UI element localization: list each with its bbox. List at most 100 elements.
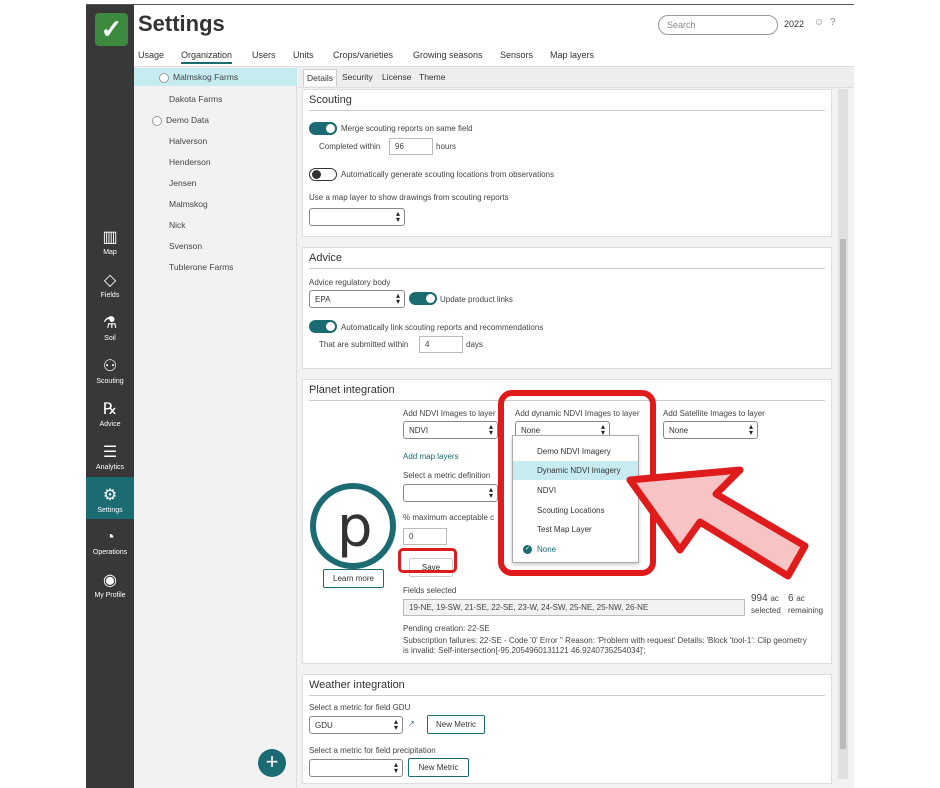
submitted-within-label: That are submitted within: [319, 340, 409, 349]
tab-users[interactable]: Users: [252, 50, 276, 60]
submitted-within-input[interactable]: 4: [419, 336, 463, 353]
external-link-icon[interactable]: ↗: [408, 719, 415, 728]
hours-label: hours: [436, 142, 457, 151]
satellite-layer-select[interactable]: None ▴ ▾: [663, 421, 758, 439]
year-selector[interactable]: 2022: [784, 19, 804, 29]
subscription-failures-text: Subscription failures: 22-SE - Code '0' …: [403, 636, 807, 655]
farm-item[interactable]: Nick: [134, 216, 297, 234]
acres-remaining: 6 ac: [788, 593, 805, 604]
farm-item[interactable]: Svenson: [134, 237, 297, 255]
nav-operations[interactable]: ◔ Operations: [86, 527, 134, 567]
new-metric-button[interactable]: New Metric: [427, 715, 485, 734]
planet-title: Planet integration: [309, 384, 395, 396]
farm-item[interactable]: Malmskog Farms: [134, 68, 297, 86]
nav-fields[interactable]: ◇ Fields: [86, 270, 134, 310]
weather-title: Weather integration: [309, 679, 405, 691]
auto-generate-toggle[interactable]: [309, 168, 337, 181]
farm-item[interactable]: Henderson: [134, 153, 297, 171]
app-logo[interactable]: ✓: [95, 13, 128, 46]
add-map-layers-link[interactable]: Add map layers: [403, 452, 459, 461]
farm-item[interactable]: Demo Data: [134, 111, 297, 129]
search-input[interactable]: Search: [658, 15, 778, 35]
sidebar: ✓ ▥ Map ◇ Fields ⚗ Soil ⚇ Scouting ℞ Advice ☰…: [86, 5, 134, 788]
nav-settings[interactable]: ⚙ Settings: [86, 477, 134, 519]
gdu-label: Select a metric for field GDU: [309, 703, 411, 712]
ndvi-layer-label: Add NDVI Images to layer: [403, 409, 496, 418]
select-arrows-icon: ▴ ▾: [488, 485, 493, 500]
update-links-label: Update product links: [440, 295, 513, 304]
fields-icon: ◇: [103, 272, 117, 289]
divider: [309, 695, 825, 696]
gdu-select[interactable]: GDU ▴ ▾: [309, 716, 403, 734]
tab-growing-seasons[interactable]: Growing seasons: [413, 50, 483, 60]
tab-units[interactable]: Units: [293, 50, 314, 60]
precipitation-label: Select a metric for field precipitation: [309, 746, 436, 755]
help-icon[interactable]: ?: [830, 17, 836, 28]
max-cloud-label: % maximum acceptable c: [403, 513, 495, 522]
learn-more-button[interactable]: Learn more: [323, 569, 384, 588]
farm-item[interactable]: Tublerone Farms: [134, 258, 297, 276]
regulatory-select[interactable]: EPA ▴ ▾: [309, 290, 405, 308]
smiley-icon[interactable]: ☺: [814, 17, 824, 28]
merge-toggle[interactable]: [309, 122, 337, 135]
nav-scouting[interactable]: ⚇ Scouting: [86, 356, 134, 396]
new-metric-button[interactable]: New Metric: [408, 758, 469, 777]
update-links-toggle[interactable]: [409, 292, 437, 305]
select-arrows-icon: ▴ ▾: [395, 209, 400, 224]
select-arrows-icon: ▴ ▾: [488, 422, 493, 437]
advice-card: Advice Advice regulatory body EPA ▴ ▾ Upda…: [302, 247, 832, 369]
tab-license[interactable]: License: [382, 72, 411, 82]
remaining-label: remaining: [788, 606, 824, 615]
nav-my-profile[interactable]: ◉ My Profile: [86, 570, 134, 610]
clipboard-icon: ℞: [102, 401, 118, 418]
expand-icon[interactable]: [152, 115, 162, 126]
select-arrows-icon: ▴ ▾: [393, 760, 398, 775]
weather-card: Weather integration Select a metric for …: [302, 674, 832, 784]
tab-organization[interactable]: Organization: [181, 50, 233, 64]
nav-map[interactable]: ▥ Map: [86, 227, 134, 267]
select-arrows-icon: ▴ ▾: [748, 422, 753, 437]
scouting-map-layer-select[interactable]: ▴ ▾: [309, 208, 405, 226]
fields-selected-label: Fields selected: [403, 586, 457, 595]
gear-icon: ⚙: [102, 487, 118, 504]
fields-selected-input[interactable]: 19-NE, 19-SW, 21-SE, 22-SE, 23-W, 24-SW,…: [403, 599, 745, 616]
tab-sensors[interactable]: Sensors: [500, 50, 533, 60]
tab-theme[interactable]: Theme: [419, 72, 445, 82]
scouting-title: Scouting: [309, 94, 352, 106]
merge-label: Merge scouting reports on same field: [341, 124, 473, 133]
precipitation-select[interactable]: ▴ ▾: [309, 759, 403, 777]
app-frame: ✓ ▥ Map ◇ Fields ⚗ Soil ⚇ Scouting ℞ Advice ☰…: [86, 4, 854, 788]
page-title: Settings: [138, 11, 225, 36]
tab-crops-varieties[interactable]: Crops/varieties: [333, 50, 393, 60]
pending-creation-text: Pending creation: 22-SE: [403, 624, 490, 633]
farm-list: Malmskog Farms Dakota Farms Demo Data Ha…: [134, 68, 297, 788]
binoculars-icon: ⚇: [102, 358, 118, 375]
satellite-layer-label: Add Satellite Images to layer: [663, 409, 765, 418]
profile-icon: ◉: [103, 572, 117, 589]
tab-map-layers[interactable]: Map layers: [550, 50, 594, 60]
analytics-icon: ☰: [102, 444, 118, 461]
farm-item[interactable]: Halverson: [134, 132, 297, 150]
farm-item[interactable]: Jensen: [134, 174, 297, 192]
auto-link-toggle[interactable]: [309, 320, 337, 333]
tab-usage[interactable]: Usage: [138, 50, 164, 60]
nav-soil[interactable]: ⚗ Soil: [86, 313, 134, 353]
add-button[interactable]: +: [258, 749, 286, 777]
radio-icon: [159, 72, 169, 83]
auto-generate-label: Automatically generate scouting location…: [341, 170, 554, 179]
ndvi-layer-select[interactable]: NDVI ▴ ▾: [403, 421, 498, 439]
select-arrows-icon: ▴ ▾: [393, 717, 398, 732]
completed-within-input[interactable]: 96: [389, 138, 433, 155]
farm-item[interactable]: Dakota Farms: [134, 90, 297, 108]
metric-definition-select[interactable]: ▴ ▾: [403, 484, 498, 502]
detail-tabs: Details Security License Theme: [298, 68, 854, 88]
nav-analytics[interactable]: ☰ Analytics: [86, 442, 134, 482]
max-cloud-input[interactable]: 0: [403, 528, 447, 545]
tab-details[interactable]: Details: [303, 69, 337, 86]
metric-definition-label: Select a metric definition: [403, 471, 491, 480]
farm-item[interactable]: Malmskog: [134, 195, 297, 213]
tab-security[interactable]: Security: [342, 72, 373, 82]
pointer-arrow: [626, 466, 809, 580]
nav-advice[interactable]: ℞ Advice: [86, 399, 134, 439]
arrow-annotation: [626, 466, 809, 580]
